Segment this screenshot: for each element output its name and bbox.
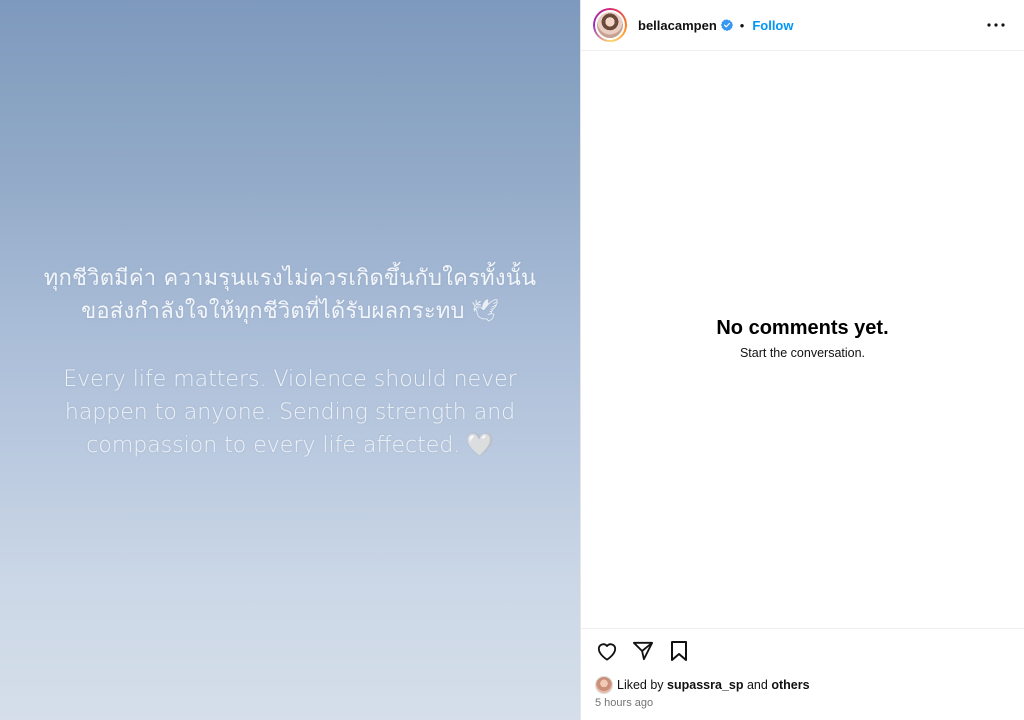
avatar-image	[595, 10, 625, 40]
english-line-1: Every life matters. Violence should neve…	[63, 367, 517, 392]
likes-connector: and	[746, 678, 768, 692]
liker-username[interactable]: supassra_sp	[667, 678, 743, 692]
more-options-icon[interactable]	[984, 13, 1008, 37]
english-line-3-text: compassion to every life affected.	[86, 433, 461, 458]
dove-icon: 🕊	[470, 299, 499, 324]
send-icon[interactable]	[631, 639, 655, 663]
likes-prefix: Liked by	[617, 678, 664, 692]
post-media[interactable]: ทุกชีวิตมีค่า ความรุนแรงไม่ควรเกิดขึ้นกั…	[0, 0, 580, 720]
post-timestamp[interactable]: 5 hours ago	[595, 697, 653, 709]
bookmark-icon[interactable]	[667, 639, 691, 663]
post-header: bellacampen • Follow	[581, 0, 1024, 51]
follow-button[interactable]: Follow	[752, 18, 793, 33]
likes-summary: Liked by supassra_sp and others	[595, 676, 810, 694]
english-line-3: compassion to every life affected. 🤍	[0, 429, 580, 462]
white-heart-icon: 🤍	[466, 433, 494, 458]
post-thai-caption: ทุกชีวิตมีค่า ความรุนแรงไม่ควรเกิดขึ้นกั…	[0, 262, 580, 328]
header-separator: •	[739, 17, 745, 33]
post-modal: ทุกชีวิตมีค่า ความรุนแรงไม่ควรเกิดขึ้นกั…	[0, 0, 1024, 720]
post-english-caption: Every life matters. Violence should neve…	[0, 363, 580, 462]
thai-line-1: ทุกชีวิตมีค่า ความรุนแรงไม่ควรเกิดขึ้นกั…	[43, 266, 537, 291]
comments-empty-state: No comments yet. Start the conversation.	[581, 316, 1024, 360]
liker-avatar[interactable]	[595, 676, 613, 694]
post-side-panel: bellacampen • Follow No comments yet. St…	[580, 0, 1024, 720]
thai-line-2-text: ขอส่งกำลังใจให้ทุกชีวิตที่ได้รับผลกระทบ	[81, 299, 465, 324]
verified-badge-icon	[720, 19, 733, 31]
likes-others-link[interactable]: others	[771, 678, 809, 692]
english-line-2: happen to anyone. Sending strength and	[64, 400, 516, 425]
profile-avatar[interactable]	[593, 8, 627, 42]
post-actions-bar	[581, 628, 1024, 672]
start-conversation-text: Start the conversation.	[739, 346, 866, 360]
username-link[interactable]: bellacampen	[638, 18, 717, 33]
no-comments-title: No comments yet.	[716, 317, 889, 339]
heart-icon[interactable]	[595, 639, 619, 663]
thai-line-2: ขอส่งกำลังใจให้ทุกชีวิตที่ได้รับผลกระทบ 🕊	[0, 295, 580, 328]
